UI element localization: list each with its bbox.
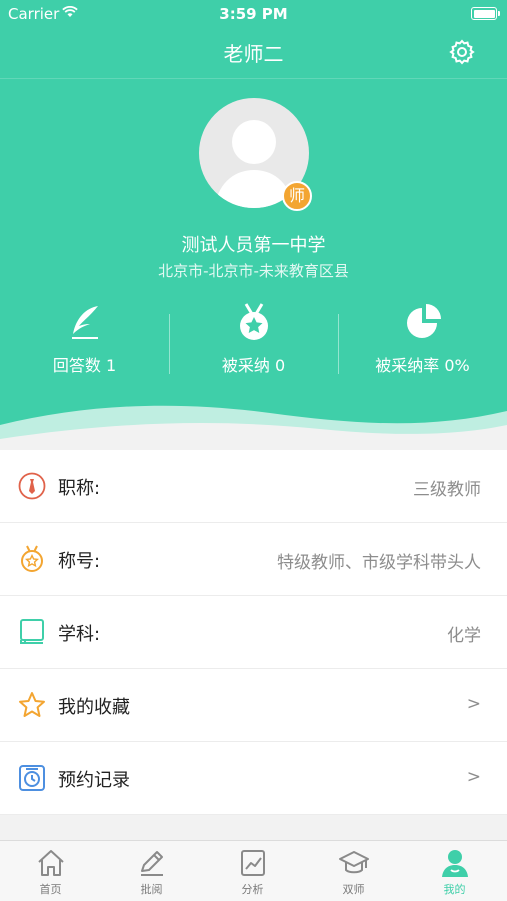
tab-label: 双师 <box>342 883 365 896</box>
tab-label: 首页 <box>39 883 62 896</box>
list-item-honor: 称号: 特级教师、市级学科带头人 <box>0 523 507 596</box>
pen-icon <box>140 851 163 876</box>
list-item-booking[interactable]: 预约记录 > <box>0 742 507 815</box>
pie-chart-icon <box>406 304 441 338</box>
row-value: 化学 <box>447 626 481 646</box>
tab-bar: 首页 批阅 分析 双师 我的 <box>0 840 507 901</box>
school-name: 测试人员第一中学 <box>181 235 326 256</box>
tab-label: 我的 <box>443 883 466 896</box>
medal-icon <box>239 303 268 340</box>
row-label: 我的收藏 <box>58 697 130 718</box>
clock-icon <box>19 765 45 791</box>
list-item-title: 职称: 三级教师 <box>0 450 507 523</box>
wave-decoration <box>0 405 507 450</box>
row-label: 称号: <box>58 551 101 572</box>
list-item-favorites[interactable]: 我的收藏 > <box>0 669 507 742</box>
graduation-cap-icon <box>338 851 369 874</box>
page-title: 老师二 <box>223 42 284 66</box>
stat-accept-rate[interactable]: 被采纳率 0% <box>338 302 507 382</box>
row-label: 预约记录 <box>58 770 130 791</box>
clock-time: 3:59 PM <box>219 5 288 23</box>
tie-icon <box>18 472 46 500</box>
chevron-right-icon: > <box>466 694 481 714</box>
profile-info-list: 职称: 三级教师 称号: 特级教师、市级学科带头人 学科: 化学 我的收藏 > <box>0 450 507 815</box>
stat-label: 被采纳 0 <box>221 356 286 375</box>
tab-analysis[interactable]: 分析 <box>202 841 303 901</box>
row-label: 职称: <box>58 478 101 499</box>
tab-dual-teacher[interactable]: 双师 <box>303 841 404 901</box>
row-value: 特级教师、市级学科带头人 <box>277 553 481 573</box>
book-icon <box>20 619 44 644</box>
tab-home[interactable]: 首页 <box>0 841 101 901</box>
row-value: 三级教师 <box>413 480 481 500</box>
status-bar: Carrier 3:59 PM <box>0 0 507 28</box>
stat-label: 回答数 1 <box>52 356 117 375</box>
tab-review[interactable]: 批阅 <box>101 841 202 901</box>
row-label: 学科: <box>58 624 101 645</box>
location-text: 北京市-北京市-未来教育区县 <box>158 262 349 280</box>
home-icon <box>37 850 64 876</box>
tab-label: 批阅 <box>140 883 163 896</box>
user-icon <box>441 850 468 877</box>
list-item-subject: 学科: 化学 <box>0 596 507 669</box>
chevron-right-icon: > <box>466 767 481 787</box>
gear-icon[interactable] <box>448 38 476 66</box>
teacher-badge: 师 <box>282 181 312 211</box>
stat-accepted[interactable]: 被采纳 0 <box>169 302 338 382</box>
quill-icon <box>71 306 98 339</box>
tab-mine[interactable]: 我的 <box>404 841 505 901</box>
profile-header: Carrier 3:59 PM 老师二 师 测试人员第一中学 北京市-北京市-未… <box>0 0 507 450</box>
star-icon <box>19 692 45 717</box>
battery-icon <box>471 7 500 20</box>
tab-label: 分析 <box>241 883 264 896</box>
stat-label: 被采纳率 0% <box>375 356 470 375</box>
nav-divider <box>0 78 507 79</box>
stat-answers[interactable]: 回答数 1 <box>0 302 169 382</box>
medal-icon <box>21 545 43 572</box>
chart-icon <box>240 850 265 876</box>
